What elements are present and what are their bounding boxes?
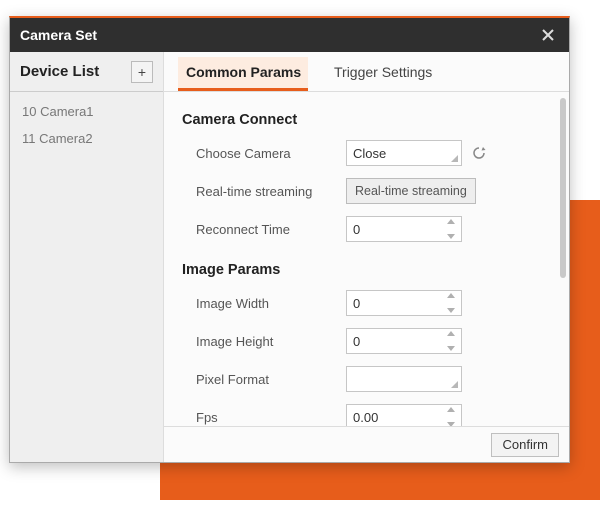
spin-up-icon[interactable] [447,293,455,298]
image-width-label: Image Width [196,296,346,311]
reconnect-time-input[interactable]: 0 [346,216,462,242]
row-choose-camera: Choose Camera Close [196,140,539,166]
window-title: Camera Set [20,27,537,43]
main-panel: Common Params Trigger Settings Camera Co… [164,52,569,462]
refresh-camera-button[interactable] [470,144,488,162]
add-device-button[interactable]: + [131,61,153,83]
spin-down-icon[interactable] [447,234,455,239]
reconnect-time-label: Reconnect Time [196,222,346,237]
window-body: Device List + 10 Camera1 11 Camera2 Comm… [10,52,569,462]
image-height-label: Image Height [196,334,346,349]
choose-camera-value: Close [347,146,461,161]
realtime-streaming-label: Real-time streaming [196,184,346,199]
pixel-format-select[interactable] [346,366,462,392]
content-scrollbar[interactable] [560,98,566,278]
footer: Confirm [164,426,569,462]
image-width-value: 0 [347,296,461,311]
row-image-width: Image Width 0 [196,290,539,316]
choose-camera-label: Choose Camera [196,146,346,161]
row-realtime-streaming: Real-time streaming Real-time streaming [196,178,539,204]
realtime-streaming-button[interactable]: Real-time streaming [346,178,476,204]
tab-common-params[interactable]: Common Params [178,57,308,91]
choose-camera-select[interactable]: Close [346,140,462,166]
fps-input[interactable]: 0.00 [346,404,462,426]
refresh-icon [471,145,487,161]
camera-set-window: Camera Set Device List + 10 Camera1 11 C… [9,16,570,463]
spin-up-icon[interactable] [447,407,455,412]
row-fps: Fps 0.00 [196,404,539,426]
pixel-format-label: Pixel Format [196,372,346,387]
reconnect-time-value: 0 [347,222,461,237]
device-list-panel: Device List + 10 Camera1 11 Camera2 [10,52,164,462]
close-button[interactable] [537,24,559,46]
image-width-input[interactable]: 0 [346,290,462,316]
device-item[interactable]: 11 Camera2 [10,125,163,152]
spin-down-icon[interactable] [447,346,455,351]
fps-label: Fps [196,410,346,425]
row-reconnect-time: Reconnect Time 0 [196,216,539,242]
confirm-button[interactable]: Confirm [491,433,559,457]
spin-down-icon[interactable] [447,308,455,313]
row-pixel-format: Pixel Format [196,366,539,392]
device-list: 10 Camera1 11 Camera2 [10,92,163,152]
image-height-value: 0 [347,334,461,349]
row-image-height: Image Height 0 [196,328,539,354]
tab-trigger-settings[interactable]: Trigger Settings [332,57,434,91]
tabs: Common Params Trigger Settings [164,52,569,92]
close-icon [541,28,555,42]
section-image-params-title: Image Params [182,262,539,278]
spin-up-icon[interactable] [447,331,455,336]
fps-value: 0.00 [347,410,461,425]
plus-icon: + [138,64,146,80]
params-content[interactable]: Camera Connect Choose Camera Close [164,92,557,426]
titlebar: Camera Set [10,18,569,52]
image-height-input[interactable]: 0 [346,328,462,354]
device-list-title: Device List [20,63,131,80]
spin-down-icon[interactable] [447,422,455,426]
device-item[interactable]: 10 Camera1 [10,98,163,125]
device-list-header: Device List + [10,52,163,92]
section-camera-connect-title: Camera Connect [182,112,539,128]
content-wrap: Camera Connect Choose Camera Close [164,92,569,426]
spin-up-icon[interactable] [447,219,455,224]
